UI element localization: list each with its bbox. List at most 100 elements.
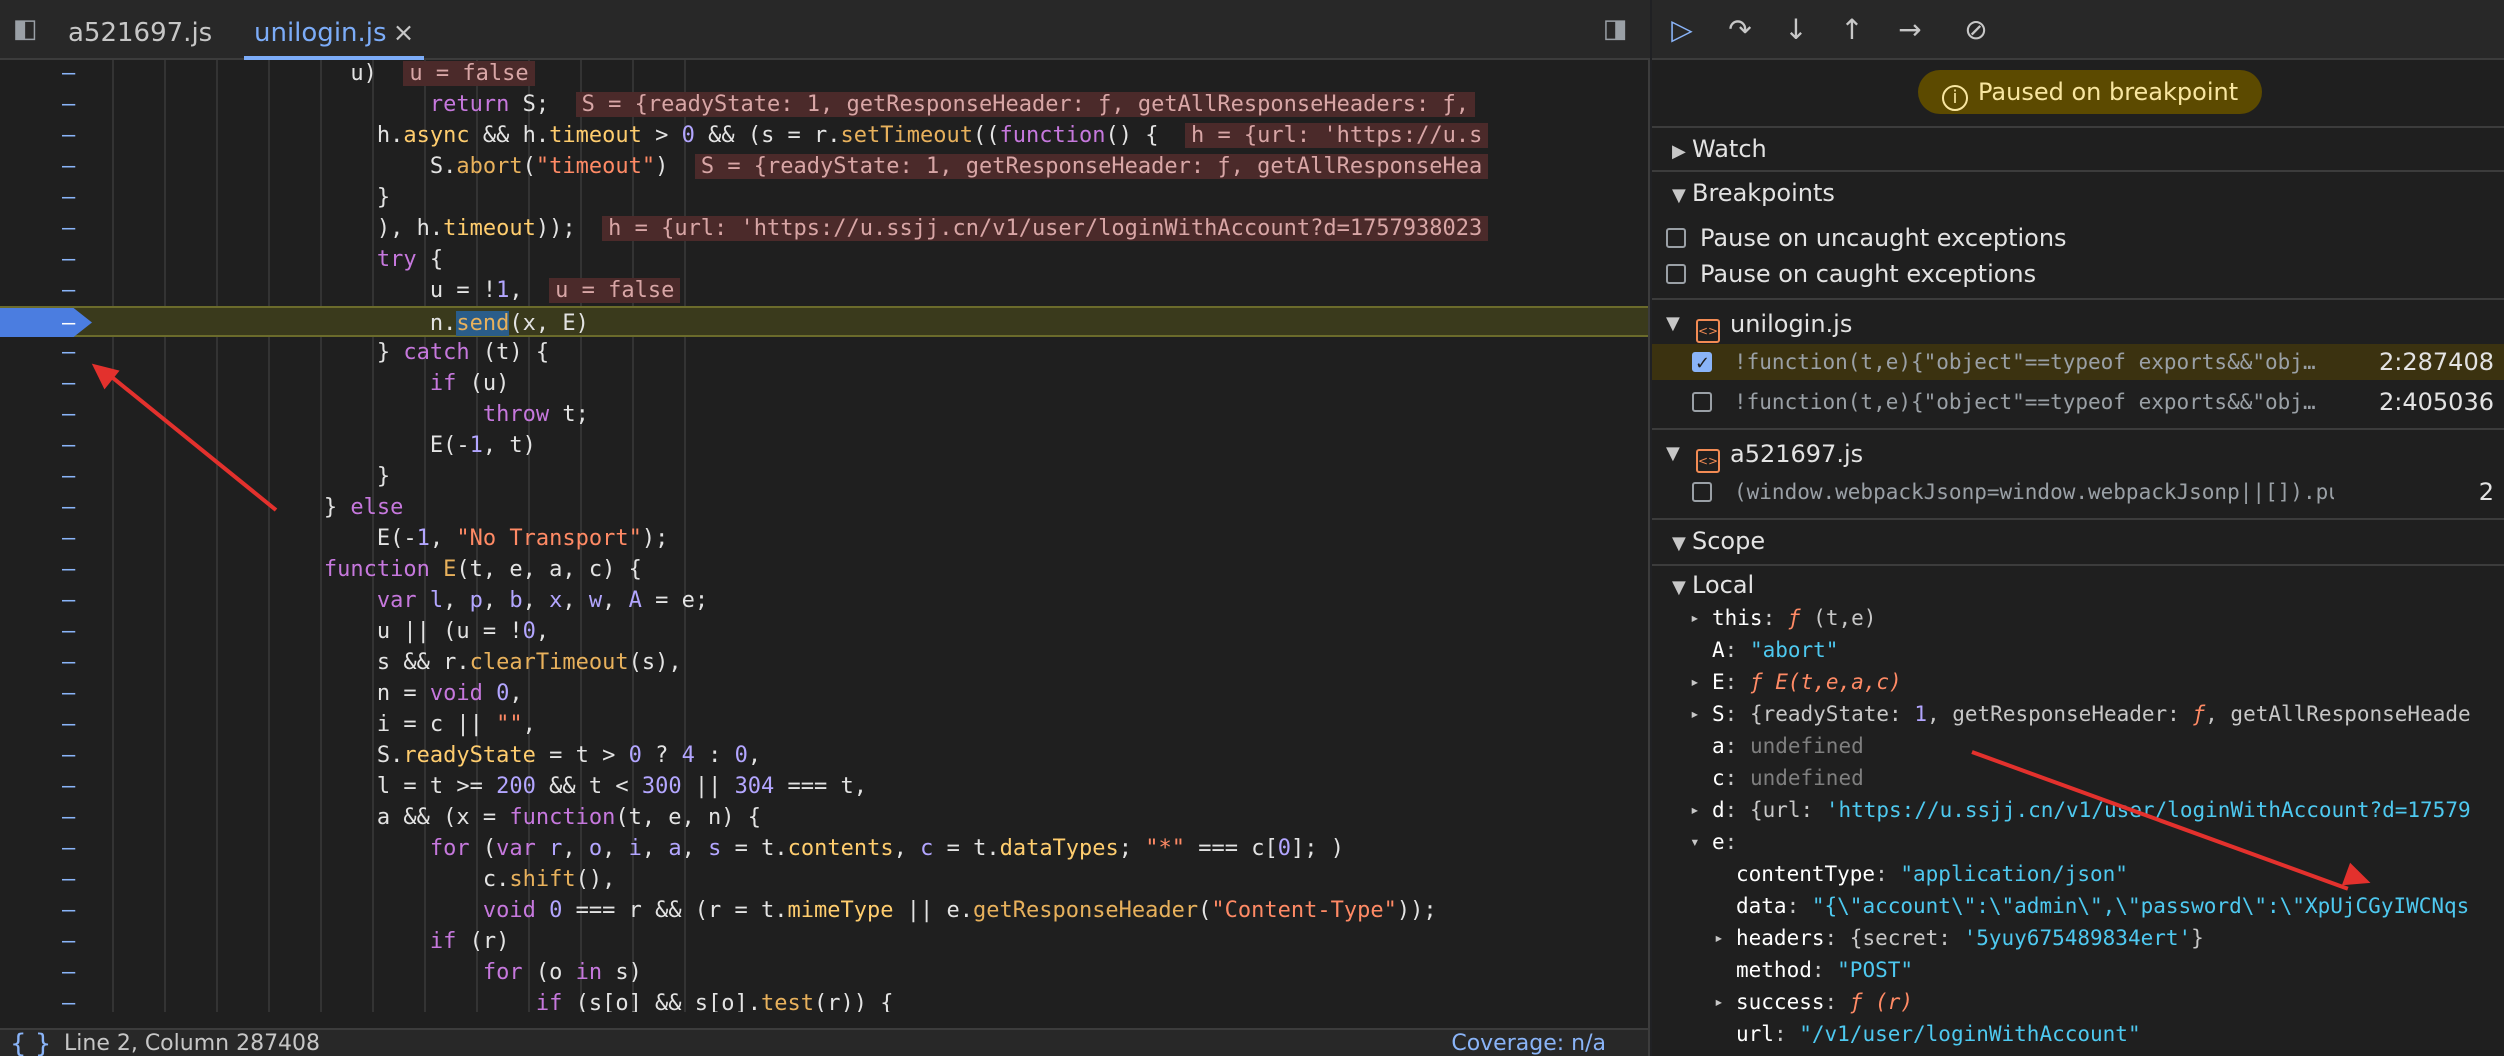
line-marker[interactable]: –	[62, 60, 76, 89]
code-line[interactable]: – }	[0, 182, 1648, 213]
code-editor[interactable]: – u) u = false – return S; S = {readyStat…	[0, 60, 1648, 1012]
code-line[interactable]: – function E(t, e, a, c) {	[0, 554, 1648, 585]
scope-variable-row[interactable]: A: "abort"	[1652, 634, 2504, 666]
code-line[interactable]: – if (u)	[0, 368, 1648, 399]
line-marker[interactable]: –	[62, 120, 76, 151]
line-marker[interactable]: –	[62, 833, 76, 864]
code-line[interactable]: – l = t >= 200 && t < 300 || 304 === t,	[0, 771, 1648, 802]
scope-variable-row[interactable]: ▸ success: ƒ (r)	[1652, 986, 2504, 1018]
bp-item[interactable]: !function(t,e){"object"==typeof exports&…	[1652, 344, 2504, 382]
line-marker[interactable]: –	[62, 647, 76, 678]
bp-item[interactable]: (window.webpackJsonp=window.webpackJsonp…	[1652, 474, 2504, 510]
code-line[interactable]: – if (r)	[0, 926, 1648, 957]
line-marker[interactable]: –	[62, 523, 76, 554]
bp-checkbox[interactable]	[1692, 346, 1712, 382]
code-line[interactable]: – throw t;	[0, 399, 1648, 430]
bp-file-a521697[interactable]: ▼ <> a521697.js	[1652, 436, 2504, 473]
close-icon[interactable]: ×	[393, 18, 415, 48]
code-line[interactable]: – for (o in s)	[0, 957, 1648, 988]
step-into-icon[interactable]: ↓	[1778, 14, 1814, 46]
line-marker[interactable]: –	[62, 802, 76, 833]
line-marker[interactable]: –	[62, 182, 76, 213]
line-marker[interactable]: –	[62, 988, 76, 1012]
chevron-down-icon[interactable]: ▾	[1690, 826, 1700, 858]
code-line[interactable]: – return S; S = {readyState: 1, getRespo…	[0, 89, 1648, 120]
chevron-right-icon[interactable]: ▸	[1690, 794, 1700, 826]
step-over-icon[interactable]: ↷	[1722, 14, 1758, 46]
line-marker[interactable]: –	[62, 678, 76, 709]
line-marker[interactable]: –	[62, 151, 76, 182]
breakpoint-marker[interactable]: –	[0, 308, 92, 337]
line-marker[interactable]: –	[62, 616, 76, 647]
code-line[interactable]: – E(-1, t)	[0, 430, 1648, 461]
pause-caught-row[interactable]: Pause on caught exceptions	[1652, 256, 2504, 292]
line-marker[interactable]: –	[62, 399, 76, 430]
toggle-navigator-icon[interactable]: ◧	[10, 14, 40, 44]
code-line[interactable]: – S.abort("timeout") S = {readyState: 1,…	[0, 151, 1648, 182]
code-line[interactable]: – ), h.timeout)); h = {url: 'https://u.s…	[0, 213, 1648, 244]
line-marker[interactable]: –	[62, 244, 76, 275]
bp-item[interactable]: !function(t,e){"object"==typeof exports&…	[1652, 384, 2504, 420]
scope-variable-row[interactable]: a: undefined	[1652, 730, 2504, 762]
line-marker[interactable]: –	[62, 368, 76, 399]
chevron-right-icon[interactable]: ▸	[1714, 922, 1724, 954]
chevron-right-icon[interactable]: ▸	[1714, 986, 1724, 1018]
local-scope[interactable]: ▼ Local	[1652, 564, 2504, 602]
line-marker[interactable]: –	[62, 926, 76, 957]
scope-variable-row[interactable]: ▸ headers: {secret: '5yuy675489834ert'}	[1652, 922, 2504, 954]
chevron-right-icon[interactable]: ▸	[1690, 666, 1700, 698]
resume-icon[interactable]: ▷	[1664, 14, 1700, 46]
step-icon[interactable]: →	[1892, 14, 1928, 46]
line-marker[interactable]: –	[62, 337, 76, 368]
scope-variable-row[interactable]: contentType: "application/json"	[1652, 858, 2504, 890]
line-marker[interactable]: –	[62, 957, 76, 988]
line-marker[interactable]: –	[62, 461, 76, 492]
code-line[interactable]: – E(-1, "No Transport");	[0, 523, 1648, 554]
code-line[interactable]: – u) u = false	[0, 60, 1648, 89]
line-marker[interactable]: –	[62, 740, 76, 771]
code-line[interactable]: – c.shift(),	[0, 864, 1648, 895]
bp-file-unilogin[interactable]: ▼ <> unilogin.js	[1652, 306, 2504, 343]
bp-checkbox[interactable]	[1692, 392, 1712, 412]
code-line[interactable]: – s && r.clearTimeout(s),	[0, 647, 1648, 678]
scope-variable-row[interactable]: ▾ e:	[1652, 826, 2504, 858]
line-marker[interactable]: –	[62, 89, 76, 120]
scope-variable-row[interactable]: url: "/v1/user/loginWithAccount"	[1652, 1018, 2504, 1050]
scope-variable-row[interactable]: ▸ this: ƒ (t,e)	[1652, 602, 2504, 634]
chevron-right-icon[interactable]: ▸	[1690, 602, 1700, 634]
code-line[interactable]: – void 0 === r && (r = t.mimeType || e.g…	[0, 895, 1648, 926]
pause-caught-checkbox[interactable]	[1666, 264, 1686, 284]
breakpoint-line[interactable]: – n.send(x, E)	[0, 306, 1648, 337]
step-out-icon[interactable]: ↑	[1834, 14, 1870, 46]
code-line[interactable]: – a && (x = function(t, e, n) {	[0, 802, 1648, 833]
toggle-debugger-icon[interactable]: ◨	[1600, 14, 1630, 44]
scope-variable-row[interactable]: ▸ d: {url: 'https://u.ssjj.cn/v1/user/log…	[1652, 794, 2504, 826]
deactivate-breakpoints-icon[interactable]: ⊘	[1958, 14, 1994, 46]
scope-variable-row[interactable]: data: "{\"account\":\"admin\",\"password…	[1652, 890, 2504, 922]
scope-variable-row[interactable]: method: "POST"	[1652, 954, 2504, 986]
line-marker[interactable]: –	[62, 430, 76, 461]
code-line[interactable]: – } catch (t) {	[0, 337, 1648, 368]
line-marker[interactable]: –	[62, 864, 76, 895]
code-line[interactable]: – var l, p, b, x, w, A = e;	[0, 585, 1648, 616]
code-line[interactable]: – n = void 0,	[0, 678, 1648, 709]
scope-variable-row[interactable]: ▸ E: ƒ E(t,e,a,c)	[1652, 666, 2504, 698]
line-marker[interactable]: –	[62, 709, 76, 740]
line-marker[interactable]: –	[62, 492, 76, 523]
pretty-print-icon[interactable]: { }	[10, 1030, 51, 1056]
line-marker[interactable]: –	[62, 554, 76, 585]
watch-section[interactable]: ▶ Watch	[1652, 126, 2504, 168]
code-line[interactable]: – u = !1, u = false	[0, 275, 1648, 306]
tab-unilogin[interactable]: unilogin.js ×	[244, 0, 425, 60]
code-line[interactable]: – } else	[0, 492, 1648, 523]
code-line[interactable]: – u || (u = !0,	[0, 616, 1648, 647]
bp-checkbox[interactable]	[1692, 482, 1712, 502]
code-line[interactable]: – h.async && h.timeout > 0 && (s = r.set…	[0, 120, 1648, 151]
chevron-right-icon[interactable]: ▸	[1690, 698, 1700, 730]
line-marker[interactable]: –	[62, 213, 76, 244]
line-marker[interactable]: –	[62, 275, 76, 306]
code-line[interactable]: – try {	[0, 244, 1648, 275]
line-marker[interactable]: –	[62, 895, 76, 926]
tab-a521697[interactable]: a521697.js	[58, 0, 222, 60]
line-marker[interactable]: –	[62, 585, 76, 616]
